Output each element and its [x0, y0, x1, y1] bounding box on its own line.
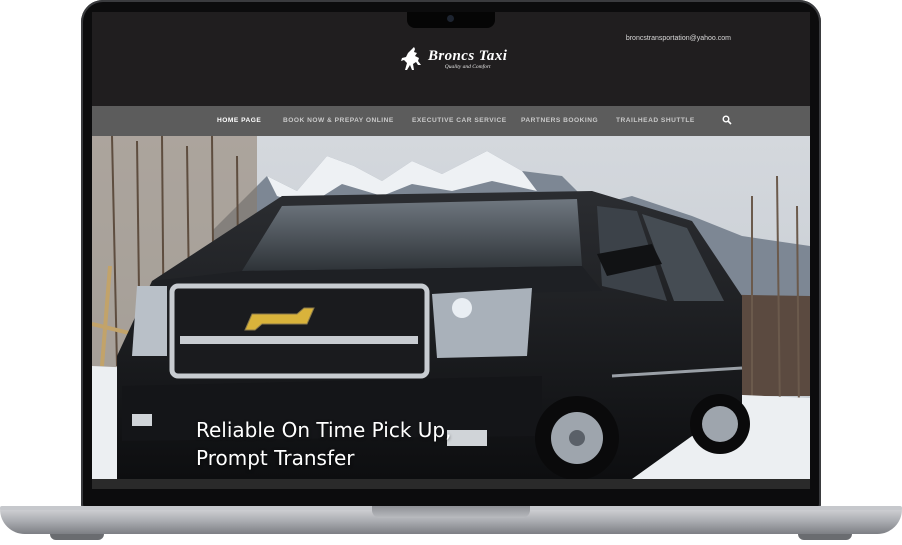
laptop-foot-right: [798, 534, 852, 540]
contact-email-link[interactable]: broncstransportation@yahoo.com: [626, 35, 731, 42]
page-footer-strip: [92, 479, 810, 489]
bronc-rider-logo-icon: [401, 47, 421, 70]
laptop-opening-groove: [372, 506, 530, 518]
hero-headline: Reliable On Time Pick Up, Prompt Transfe…: [196, 416, 451, 472]
nav-partners-booking[interactable]: PARTNERS BOOKING: [521, 117, 598, 124]
camera-icon: [447, 15, 454, 22]
nav-executive-car-service[interactable]: EXECUTIVE CAR SERVICE: [412, 117, 507, 124]
nav-trailhead-shuttle[interactable]: TRAILHEAD SHUTTLE: [616, 117, 695, 124]
site-logo[interactable]: Broncs Taxi Quality and Comfort: [400, 46, 507, 74]
search-icon[interactable]: [722, 115, 732, 125]
laptop-foot-left: [50, 534, 104, 540]
logo-subtitle: Quality and Comfort: [444, 64, 491, 70]
nav-book-now-prepay[interactable]: BOOK NOW & PREPAY ONLINE: [283, 117, 394, 124]
logo-title: Broncs Taxi: [428, 48, 508, 64]
nav-home-page[interactable]: HOME PAGE: [217, 117, 261, 124]
hero-banner: Reliable On Time Pick Up, Prompt Transfe…: [92, 136, 810, 479]
website-screen: broncstransportation@yahoo.com Broncs Ta…: [92, 12, 810, 489]
camera-notch: [407, 12, 495, 28]
hero-headline-line-2: Prompt Transfer: [196, 446, 355, 470]
hero-headline-line-1: Reliable On Time Pick Up,: [196, 418, 452, 442]
main-navigation: HOME PAGE BOOK NOW & PREPAY ONLINE EXECU…: [92, 106, 810, 136]
